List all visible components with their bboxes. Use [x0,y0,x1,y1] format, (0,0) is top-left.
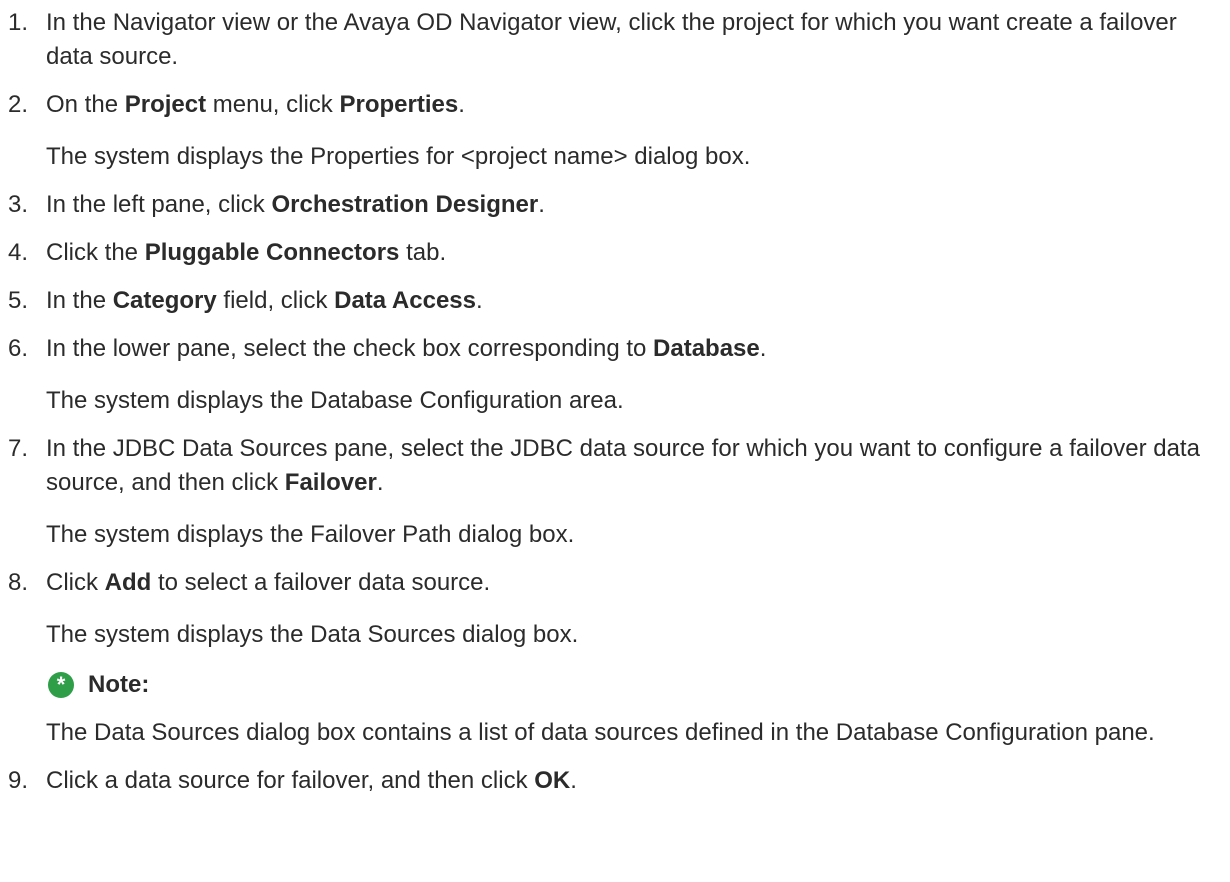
step-text-segment: . [458,91,465,118]
step-text-bold: Failover [284,469,377,496]
step-body: In the Category field, click Data Access… [46,284,1224,318]
step-8: 8. Click Add to select a failover data s… [8,566,1224,750]
step-text-bold: Pluggable Connectors [144,239,400,266]
step-body: In the left pane, click Orchestration De… [46,188,1224,222]
step-text: Click the Pluggable Connectors tab. [46,236,1224,270]
note-heading: * Note: [46,668,1224,702]
step-text-segment: field, click [216,287,335,314]
step-text: In the Category field, click Data Access… [46,284,1224,318]
step-text-segment: to select a failover data source. [151,569,491,596]
step-4: 4. Click the Pluggable Connectors tab. [8,236,1224,270]
step-number: 1. [8,9,29,36]
step-text-segment: . [538,191,545,218]
step-number: 9. [8,767,29,794]
step-number: 7. [8,435,29,462]
step-text-segment: On the [46,91,125,118]
step-text: Click a data source for failover, and th… [46,764,1224,798]
step-result: The system displays the Failover Path di… [46,521,575,548]
step-text-bold: Category [112,287,217,314]
step-number: 5. [8,287,29,314]
step-text-bold: Data Access [334,287,476,314]
step-9: 9. Click a data source for failover, and… [8,764,1224,798]
step-1: 1. In the Navigator view or the Avaya OD… [8,6,1224,74]
step-text: Click Add to select a failover data sour… [46,566,1224,600]
step-body: Click a data source for failover, and th… [46,764,1224,798]
step-text-bold: Add [104,569,152,596]
step-text-segment: menu, click [206,91,340,118]
step-number: 8. [8,569,29,596]
step-body: In the JDBC Data Sources pane, select th… [46,432,1224,552]
step-text-segment: . [570,767,577,794]
note-label: Note: [88,671,150,698]
step-text-segment: . [759,335,767,362]
step-text: In the Navigator view or the Avaya OD Na… [46,6,1224,74]
step-text-segment: In the JDBC Data Sources pane, select th… [46,435,1200,496]
step-result: The system displays the Data Sources dia… [46,621,579,648]
note-text: The Data Sources dialog box contains a l… [46,719,1155,746]
procedure-steps: 1. In the Navigator view or the Avaya OD… [8,6,1224,812]
step-number: 6. [8,335,29,362]
step-body: Click Add to select a failover data sour… [46,566,1224,750]
step-text-segment: . [476,287,483,314]
step-7: 7. In the JDBC Data Sources pane, select… [8,432,1224,552]
step-result: The system displays the Properties for <… [46,143,751,170]
step-body: On the Project menu, click Properties. T… [46,88,1224,174]
step-text: In the left pane, click Orchestration De… [46,188,1224,222]
step-3: 3. In the left pane, click Orchestration… [8,188,1224,222]
step-text-segment: Click [46,569,105,596]
step-text-segment: . [376,469,384,496]
step-number: 2. [8,91,29,118]
step-6: 6. In the lower pane, select the check b… [8,332,1224,418]
step-body: Click the Pluggable Connectors tab. [46,236,1224,270]
step-text-bold: OK [534,767,571,794]
step-text-bold: Properties [339,91,459,118]
step-result: The system displays the Database Configu… [46,387,624,414]
step-text-segment: Click a data source for failover, and th… [46,767,535,794]
step-text-segment: In the [46,287,113,314]
step-text-bold: Project [124,91,207,118]
step-text-segment: In the Navigator view or the Avaya OD Na… [46,9,1177,70]
step-text-bold: Database [653,335,760,362]
step-text: In the lower pane, select the check box … [46,332,1224,366]
step-text-segment: tab. [399,239,447,266]
note-callout: * Note: The Data Sources dialog box cont… [46,668,1224,750]
step-5: 5. In the Category field, click Data Acc… [8,284,1224,318]
step-text: In the JDBC Data Sources pane, select th… [46,432,1224,500]
step-body: In the Navigator view or the Avaya OD Na… [46,6,1224,74]
step-text: On the Project menu, click Properties. [46,88,1224,122]
step-text-segment: In the left pane, click [46,191,272,218]
step-text-segment: In the lower pane, select the check box … [46,335,654,362]
step-text-bold: Orchestration Designer [271,191,539,218]
step-number: 3. [8,191,29,218]
step-2: 2. On the Project menu, click Properties… [8,88,1224,174]
step-text-segment: Click the [46,239,145,266]
step-number: 4. [8,239,29,266]
asterisk-icon: * [48,672,74,698]
step-body: In the lower pane, select the check box … [46,332,1224,418]
